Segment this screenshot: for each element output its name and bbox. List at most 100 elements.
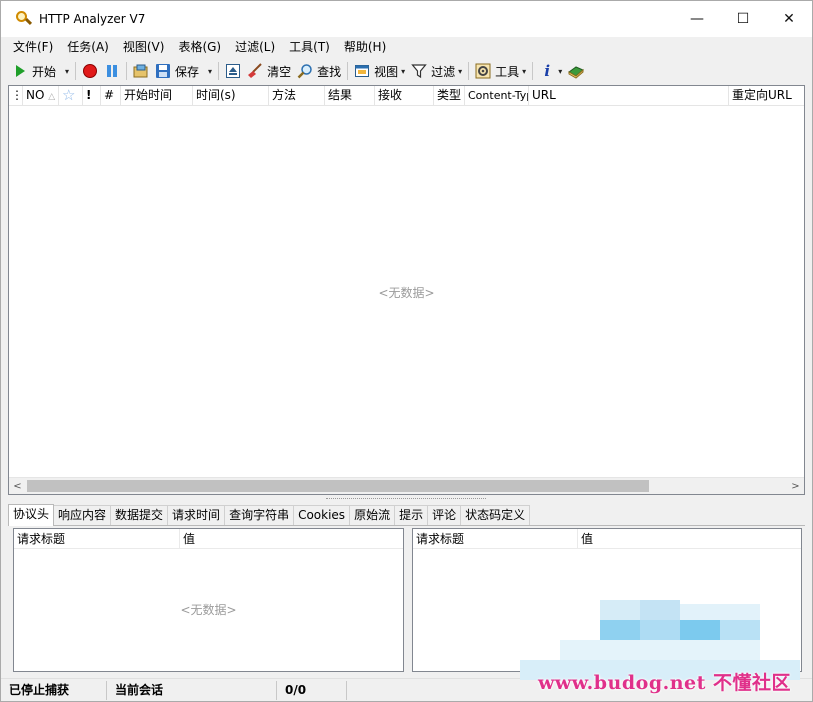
col-received[interactable]: 接收 bbox=[375, 86, 434, 106]
record-icon bbox=[83, 64, 98, 78]
col-alert[interactable]: ! bbox=[83, 86, 101, 106]
start-dropdown[interactable]: ▾ bbox=[59, 60, 72, 82]
pane-header: 请求标题 值 bbox=[413, 529, 801, 549]
col-content-type[interactable]: Content-Typ bbox=[465, 86, 529, 106]
tab-raw-stream[interactable]: 原始流 bbox=[349, 505, 396, 525]
gear-icon bbox=[475, 63, 491, 79]
save-button[interactable]: 保存 bbox=[152, 60, 202, 82]
scroll-left-icon[interactable]: < bbox=[9, 478, 26, 495]
menu-bar: 文件(F) 任务(A) 视图(V) 表格(G) 过滤(L) 工具(T) 帮助(H… bbox=[1, 37, 812, 57]
tools-label: 工具 bbox=[495, 64, 520, 79]
clear-label: 清空 bbox=[267, 64, 292, 79]
clear-button[interactable]: 清空 bbox=[244, 60, 294, 82]
pane-empty-message: <无数据> bbox=[180, 603, 237, 617]
toolbar-separator bbox=[347, 62, 349, 80]
open-folder-icon bbox=[133, 64, 148, 78]
maximize-button[interactable]: ☐ bbox=[720, 1, 766, 37]
find-label: 查找 bbox=[317, 64, 342, 79]
save-dropdown[interactable]: ▾ bbox=[202, 60, 215, 82]
close-button[interactable]: ✕ bbox=[766, 1, 812, 37]
panel-splitter[interactable] bbox=[8, 496, 805, 502]
col-url[interactable]: URL bbox=[529, 86, 729, 106]
chevron-down-icon: ▾ bbox=[208, 66, 213, 76]
autoscroll-button[interactable] bbox=[222, 60, 244, 82]
menu-filter[interactable]: 过滤(L) bbox=[228, 38, 282, 56]
find-button[interactable]: 查找 bbox=[294, 60, 344, 82]
menu-help[interactable]: 帮助(H) bbox=[337, 38, 393, 56]
col-redirect-url[interactable]: 重定向URL bbox=[729, 86, 804, 106]
col-no-label: NO bbox=[26, 88, 45, 102]
column-chooser-icon[interactable]: ⋮ bbox=[9, 86, 23, 106]
view-label: 视图 bbox=[374, 64, 399, 79]
start-label: 开始 bbox=[32, 64, 57, 79]
scroll-right-icon[interactable]: > bbox=[787, 478, 804, 495]
col-start-time[interactable]: 开始时间 bbox=[121, 86, 193, 106]
filter-button[interactable]: 过滤 ▾ bbox=[408, 60, 465, 82]
tab-comments[interactable]: 评论 bbox=[427, 505, 462, 525]
session-label: 当前会话 bbox=[107, 680, 277, 700]
start-button[interactable]: 开始 bbox=[9, 60, 59, 82]
toolbar-separator bbox=[532, 62, 534, 80]
play-icon bbox=[16, 65, 25, 77]
help-book-button[interactable] bbox=[565, 60, 587, 82]
tab-timing[interactable]: 请求时间 bbox=[167, 505, 226, 525]
menu-task[interactable]: 任务(A) bbox=[60, 38, 116, 56]
app-window: HTTP Analyzer V7 — ☐ ✕ 文件(F) 任务(A) 视图(V)… bbox=[0, 0, 813, 702]
col-duration[interactable]: 时间(s) bbox=[193, 86, 269, 106]
search-icon bbox=[297, 64, 312, 79]
menu-view[interactable]: 视图(V) bbox=[116, 38, 172, 56]
col-method[interactable]: 方法 bbox=[269, 86, 325, 106]
filter-label: 过滤 bbox=[431, 64, 456, 79]
tab-status-codes[interactable]: 状态码定义 bbox=[460, 505, 531, 525]
broom-icon bbox=[248, 63, 262, 78]
pause-icon bbox=[107, 65, 118, 77]
view-button[interactable]: 视图 ▾ bbox=[351, 60, 408, 82]
view-window-icon bbox=[355, 65, 370, 77]
tools-button[interactable]: 工具 ▾ bbox=[472, 60, 529, 82]
header-name-column[interactable]: 请求标题 bbox=[413, 529, 578, 548]
scrollbar-thumb[interactable] bbox=[27, 480, 649, 492]
session-grid[interactable]: ⋮ NO △ ☆ ! # 开始时间 时间(s) 方法 结果 接收 类型 Cont… bbox=[8, 85, 805, 495]
minimize-button[interactable]: — bbox=[674, 1, 720, 37]
menu-tools[interactable]: 工具(T) bbox=[282, 38, 337, 56]
toolbar-separator bbox=[75, 62, 77, 80]
response-headers-pane[interactable]: 请求标题 值 bbox=[412, 528, 802, 672]
tab-query-string[interactable]: 查询字符串 bbox=[224, 505, 295, 525]
capture-status: 已停止捕获 bbox=[1, 680, 107, 700]
chevron-down-icon: ▾ bbox=[65, 66, 70, 76]
tab-headers[interactable]: 协议头 bbox=[8, 504, 55, 526]
app-logo-icon bbox=[15, 10, 33, 28]
col-type[interactable]: 类型 bbox=[434, 86, 465, 106]
title-bar: HTTP Analyzer V7 — ☐ ✕ bbox=[1, 1, 812, 37]
save-label: 保存 bbox=[175, 64, 200, 79]
header-value-column[interactable]: 值 bbox=[180, 529, 403, 548]
pause-button[interactable] bbox=[101, 60, 123, 82]
detail-tabs: 协议头 响应内容 数据提交 请求时间 查询字符串 Cookies 原始流 提示 … bbox=[8, 504, 805, 526]
col-result[interactable]: 结果 bbox=[325, 86, 375, 106]
col-hash[interactable]: # bbox=[101, 86, 121, 106]
tab-cookies[interactable]: Cookies bbox=[293, 505, 351, 525]
header-value-column[interactable]: 值 bbox=[578, 529, 801, 548]
grid-header: ⋮ NO △ ☆ ! # 开始时间 时间(s) 方法 结果 接收 类型 Cont… bbox=[9, 86, 804, 106]
record-button[interactable] bbox=[79, 60, 101, 82]
toolbar-separator bbox=[468, 62, 470, 80]
chevron-down-icon: ▾ bbox=[558, 66, 563, 76]
watermark-text: www.budog.net 不懂社区 bbox=[538, 672, 792, 694]
chevron-down-icon: ▾ bbox=[522, 66, 527, 76]
col-star[interactable]: ☆ bbox=[59, 86, 83, 106]
toolbar-separator bbox=[126, 62, 128, 80]
info-button[interactable]: i ▾ bbox=[536, 60, 565, 82]
window-title: HTTP Analyzer V7 bbox=[39, 12, 146, 26]
menu-file[interactable]: 文件(F) bbox=[6, 38, 60, 56]
tab-post-data[interactable]: 数据提交 bbox=[110, 505, 169, 525]
tab-response-content[interactable]: 响应内容 bbox=[53, 505, 112, 525]
request-headers-pane[interactable]: 请求标题 值 <无数据> bbox=[13, 528, 404, 672]
horizontal-scrollbar[interactable]: < > bbox=[9, 477, 804, 494]
pane-header: 请求标题 值 bbox=[14, 529, 403, 549]
open-button[interactable] bbox=[130, 60, 152, 82]
grid-empty-message: <无数据> bbox=[378, 286, 435, 300]
tab-hints[interactable]: 提示 bbox=[394, 505, 429, 525]
header-name-column[interactable]: 请求标题 bbox=[14, 529, 180, 548]
col-no[interactable]: NO △ bbox=[23, 86, 59, 106]
menu-grid[interactable]: 表格(G) bbox=[171, 38, 228, 56]
